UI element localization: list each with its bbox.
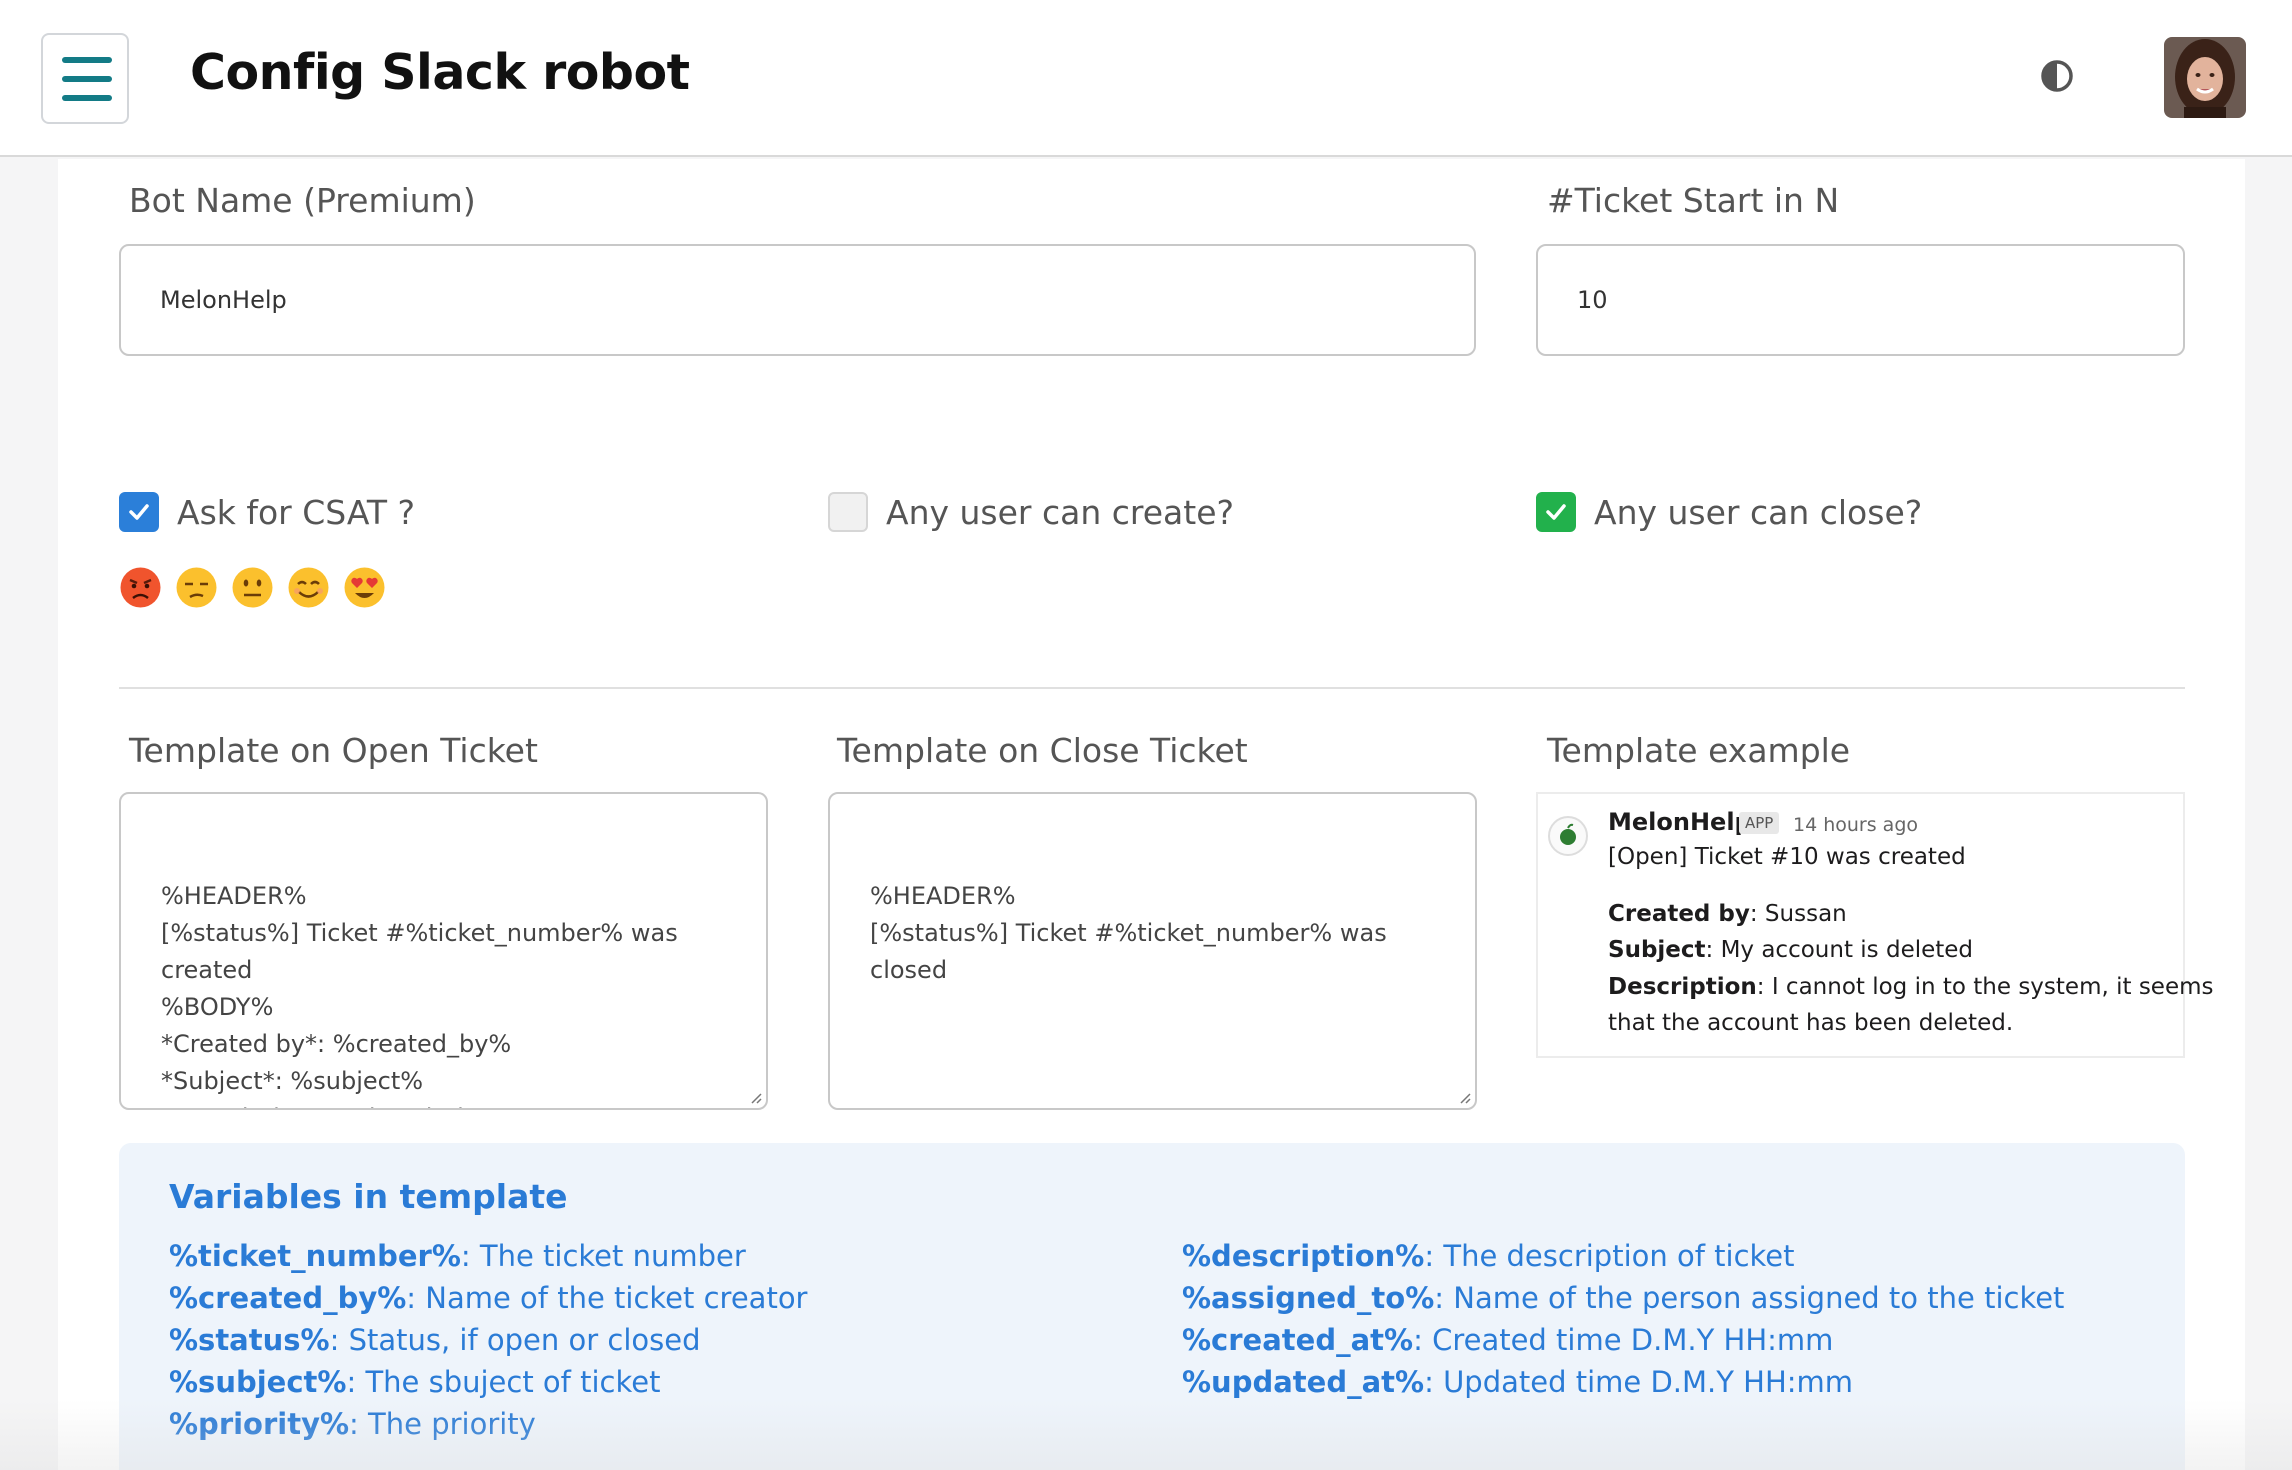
smiling-face-icon[interactable]	[287, 566, 330, 609]
create-label: Any user can create?	[886, 493, 1235, 532]
menu-line	[62, 57, 112, 63]
slack-bot-name: MelonHelp	[1608, 808, 1752, 836]
variable-desc: : Created time D.M.Y HH:mm	[1413, 1323, 1834, 1357]
created-by-key: Created by	[1608, 901, 1750, 927]
variable-key: %created_at%	[1182, 1323, 1414, 1357]
contrast-icon[interactable]	[2040, 59, 2074, 93]
message-description-cont: that the account has been deleted.	[1608, 1010, 2014, 1036]
variable-item: %created_at%: Created time D.M.Y HH:mm	[1182, 1323, 1833, 1357]
template-example-label: Template example	[1547, 731, 1851, 770]
section-divider	[119, 687, 2185, 689]
variable-key: %created_by%	[169, 1281, 407, 1315]
variable-key: %priority%	[169, 1407, 350, 1441]
user-avatar[interactable]	[2164, 37, 2246, 118]
angry-face-icon[interactable]	[119, 566, 162, 609]
check-icon	[129, 504, 149, 520]
subject-value: : My account is deleted	[1705, 937, 1974, 963]
variable-key: %description%	[1182, 1239, 1425, 1273]
bot-name-input[interactable]: MelonHelp	[119, 244, 1476, 356]
variable-item: %priority%: The priority	[169, 1407, 536, 1441]
close-template-textarea[interactable]: %HEADER% [%status%] Ticket #%ticket_numb…	[828, 792, 1477, 1110]
message-headline: [Open] Ticket #10 was created	[1608, 844, 1966, 870]
variable-desc: : Updated time D.M.Y HH:mm	[1424, 1365, 1854, 1399]
melon-bot-icon	[1548, 816, 1588, 856]
description-key: Description	[1608, 974, 1757, 1000]
resize-handle-icon[interactable]	[1457, 1090, 1471, 1104]
ticket-start-input[interactable]: 10	[1536, 244, 2185, 356]
variable-item: %status%: Status, if open or closed	[169, 1323, 700, 1357]
variable-desc: : The description of ticket	[1424, 1239, 1795, 1273]
app-badge: APP	[1739, 812, 1780, 834]
csat-checkbox[interactable]	[119, 492, 159, 532]
ticket-start-label: #Ticket Start in N	[1547, 181, 1840, 220]
resize-handle-icon[interactable]	[748, 1090, 762, 1104]
create-checkbox[interactable]	[828, 492, 868, 532]
variable-item: %assigned_to%: Name of the person assign…	[1182, 1281, 2064, 1315]
variable-item: %ticket_number%: The ticket number	[169, 1239, 746, 1273]
variable-desc: : The priority	[349, 1407, 536, 1441]
menu-line	[62, 95, 112, 101]
variable-key: %status%	[169, 1323, 330, 1357]
menu-line	[62, 76, 112, 82]
variable-key: %subject%	[169, 1365, 347, 1399]
bot-name-label: Bot Name (Premium)	[129, 181, 476, 220]
neutral-face-icon[interactable]	[231, 566, 274, 609]
variable-item: %description%: The description of ticket	[1182, 1239, 1795, 1273]
heart-eyes-face-icon[interactable]	[343, 566, 386, 609]
variable-desc: : Name of the person assigned to the tic…	[1434, 1281, 2065, 1315]
csat-label: Ask for CSAT ?	[177, 493, 416, 532]
hamburger-menu-button[interactable]	[41, 33, 129, 124]
slack-message-preview: MelonHelp APP 14 hours ago [Open] Ticket…	[1536, 792, 2214, 1058]
close-template-text: %HEADER% [%status%] Ticket #%ticket_numb…	[870, 882, 1387, 984]
variable-desc: : The ticket number	[460, 1239, 746, 1273]
message-subject: Subject: My account is deleted	[1608, 937, 1973, 963]
variable-desc: : Name of the ticket creator	[406, 1281, 808, 1315]
message-description: Description: I cannot log in to the syst…	[1608, 974, 2214, 1000]
page-title: Config Slack robot	[190, 44, 690, 101]
close-label: Any user can close?	[1594, 493, 1923, 532]
variable-item: %subject%: The sbuject of ticket	[169, 1365, 660, 1399]
close-checkbox[interactable]	[1536, 492, 1576, 532]
variable-item: %created_by%: Name of the ticket creator	[169, 1281, 807, 1315]
created-by-value: : Sussan	[1749, 901, 1847, 927]
variable-desc: : Status, if open or closed	[329, 1323, 701, 1357]
variable-item: %updated_at%: Updated time D.M.Y HH:mm	[1182, 1365, 1853, 1399]
open-template-text: %HEADER% [%status%] Ticket #%ticket_numb…	[161, 882, 678, 1108]
close-template-label: Template on Close Ticket	[837, 731, 1248, 770]
description-value: : I cannot log in to the system, it seem…	[1756, 974, 2214, 1000]
variable-key: %assigned_to%	[1182, 1281, 1435, 1315]
message-timestamp: 14 hours ago	[1793, 814, 1919, 836]
variable-key: %updated_at%	[1182, 1365, 1425, 1399]
unamused-face-icon[interactable]	[175, 566, 218, 609]
variables-panel: Variables in template %ticket_number%: T…	[119, 1143, 2185, 1470]
subject-key: Subject	[1608, 937, 1706, 963]
variable-key: %ticket_number%	[169, 1239, 461, 1273]
open-template-textarea[interactable]: %HEADER% [%status%] Ticket #%ticket_numb…	[119, 792, 768, 1110]
message-created-by: Created by: Sussan	[1608, 901, 1847, 927]
check-icon	[1546, 504, 1566, 520]
open-template-label: Template on Open Ticket	[129, 731, 538, 770]
variables-title: Variables in template	[169, 1177, 568, 1216]
variable-desc: : The sbuject of ticket	[346, 1365, 661, 1399]
top-bar: Config Slack robot	[0, 0, 2292, 157]
